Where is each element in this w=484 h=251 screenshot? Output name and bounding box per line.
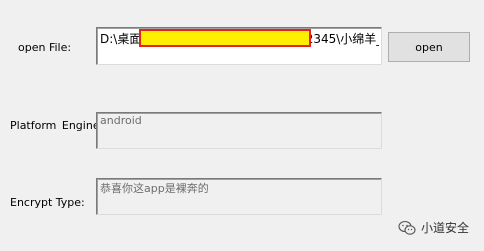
open-button[interactable]: open [388,32,470,62]
encrypt-type-value: 恭喜你这app是裸奔的 [100,182,209,195]
wechat-icon [398,220,416,235]
open-button-label: open [415,40,443,54]
platform-engine-value: android [100,114,142,127]
platform-engine-label: Platform Engine [10,119,100,132]
encrypt-type-label: Encrypt Type: [10,196,85,209]
encrypt-type-field[interactable]: 恭喜你这app是裸奔的 [96,178,382,215]
watermark-text: 小道安全 [421,221,470,235]
platform-engine-field[interactable]: android [96,112,382,149]
redaction-box [139,29,311,47]
open-file-label: open File: [18,41,72,54]
watermark: 小道安全 [398,219,469,236]
